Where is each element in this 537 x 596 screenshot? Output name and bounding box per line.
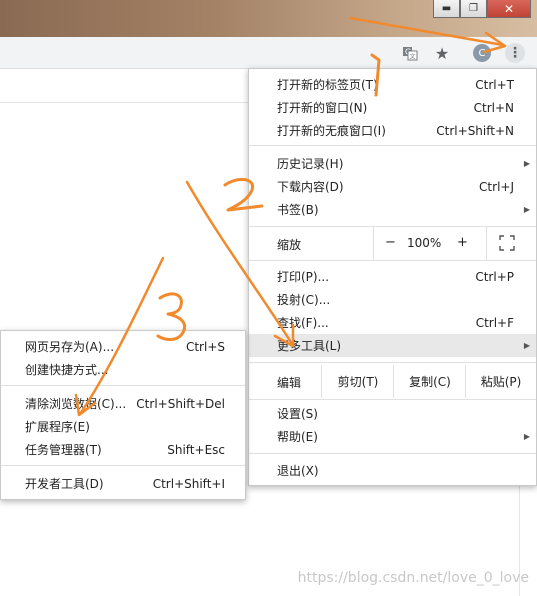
menu-item-shortcut: Ctrl+J — [479, 179, 514, 194]
annotation-step-2-text: 2 — [225, 199, 226, 201]
menu-item-label: 投射(C)... — [277, 293, 331, 307]
menu-item-bookmarks[interactable]: 书签(B) ▶ — [249, 198, 536, 221]
submenu-item-save-page[interactable]: 网页另存为(A)... Ctrl+S — [1, 335, 245, 358]
menu-item-label: 网页另存为(A)... — [25, 340, 115, 354]
menu-item-shortcut: Ctrl+N — [473, 100, 514, 115]
minimize-button[interactable]: ▬ — [433, 0, 460, 18]
submenu-item-task-manager[interactable]: 任务管理器(T) Shift+Esc — [1, 438, 245, 461]
restore-button[interactable]: ❐ — [460, 0, 487, 18]
menu-item-shortcut: Ctrl+Shift+Del — [136, 396, 225, 411]
menu-item-label: 帮助(E) — [277, 430, 318, 444]
menu-item-shortcut: Ctrl+Shift+N — [436, 123, 514, 138]
zoom-label: 缩放 — [277, 238, 302, 252]
menu-item-label: 打开新的无痕窗口(I) — [277, 124, 386, 138]
zoom-level-value: 100% — [407, 236, 442, 250]
paste-button[interactable]: 粘贴(P) — [465, 365, 536, 398]
edit-row: 编辑 剪切(T) 复制(C) 粘贴(P) — [249, 365, 536, 398]
menu-item-print[interactable]: 打印(P)... Ctrl+P — [249, 265, 536, 288]
profile-avatar[interactable]: C — [473, 44, 491, 62]
menu-item-incognito[interactable]: 打开新的无痕窗口(I) Ctrl+Shift+N — [249, 119, 536, 142]
menu-item-label: 开发者工具(D) — [25, 477, 104, 491]
menu-item-label: 扩展程序(E) — [25, 420, 90, 434]
chrome-main-menu: 打开新的标签页(T) Ctrl+T 打开新的窗口(N) Ctrl+N 打开新的无… — [248, 68, 537, 486]
menu-separator — [249, 399, 536, 400]
menu-item-shortcut: Ctrl+F — [475, 315, 514, 330]
submenu-item-clear-data[interactable]: 清除浏览数据(C)... Ctrl+Shift+Del — [1, 392, 245, 415]
menu-item-label: 退出(X) — [277, 464, 319, 478]
window-controls: ▬ ❐ ✕ — [433, 0, 531, 18]
more-tools-submenu: 网页另存为(A)... Ctrl+S 创建快捷方式... 清除浏览数据(C)..… — [0, 330, 246, 500]
annotation-step-3-text: 3 — [160, 319, 161, 321]
menu-item-help[interactable]: 帮助(E) ▶ — [249, 425, 536, 448]
menu-item-cast[interactable]: 投射(C)... — [249, 288, 536, 311]
menu-item-exit[interactable]: 退出(X) — [249, 459, 536, 482]
menu-item-history[interactable]: 历史记录(H) ▶ — [249, 152, 536, 175]
menu-item-label: 清除浏览数据(C)... — [25, 397, 127, 411]
menu-item-more-tools[interactable]: 更多工具(L) ▶ — [249, 334, 536, 357]
menu-item-label: 打印(P)... — [277, 270, 330, 284]
browser-toolbar: G 文 ★ C ⋮ — [0, 37, 537, 69]
menu-item-shortcut: Shift+Esc — [167, 442, 225, 457]
menu-separator — [1, 465, 245, 466]
watermark: https://blog.csdn.net/love_0_love — [297, 570, 529, 586]
translate-icon[interactable]: G 文 — [401, 44, 419, 62]
submenu-item-create-shortcut[interactable]: 创建快捷方式... — [1, 358, 245, 381]
menu-item-downloads[interactable]: 下载内容(D) Ctrl+J — [249, 175, 536, 198]
submenu-arrow-icon: ▶ — [523, 159, 530, 168]
svg-text:文: 文 — [410, 53, 416, 61]
menu-item-label: 更多工具(L) — [277, 339, 342, 353]
menu-item-settings[interactable]: 设置(S) — [249, 402, 536, 425]
submenu-arrow-icon: ▶ — [523, 341, 530, 350]
menu-item-label: 设置(S) — [277, 407, 318, 421]
submenu-item-extensions[interactable]: 扩展程序(E) — [1, 415, 245, 438]
submenu-item-dev-tools[interactable]: 开发者工具(D) Ctrl+Shift+I — [1, 472, 245, 495]
more-menu-icon[interactable]: ⋮ — [505, 43, 525, 63]
zoom-out-button[interactable]: − — [385, 235, 396, 250]
edit-label: 编辑 — [277, 376, 302, 390]
cut-button[interactable]: 剪切(T) — [321, 365, 394, 398]
zoom-row: 缩放 − 100% + — [249, 227, 536, 260]
menu-item-shortcut: Ctrl+P — [475, 269, 514, 284]
menu-separator — [249, 453, 536, 454]
menu-item-label: 书签(B) — [277, 203, 319, 217]
bookmark-star-icon[interactable]: ★ — [433, 44, 451, 63]
menu-item-shortcut: Ctrl+T — [475, 77, 514, 92]
menu-separator — [249, 260, 536, 261]
menu-item-new-window[interactable]: 打开新的窗口(N) Ctrl+N — [249, 96, 536, 119]
menu-item-label: 任务管理器(T) — [25, 443, 102, 457]
menu-item-new-tab[interactable]: 打开新的标签页(T) Ctrl+T — [249, 73, 536, 96]
menu-separator — [249, 145, 536, 146]
menu-item-label: 打开新的标签页(T) — [277, 78, 378, 92]
fullscreen-icon[interactable] — [499, 235, 515, 251]
copy-button[interactable]: 复制(C) — [393, 365, 466, 398]
close-button[interactable]: ✕ — [487, 0, 531, 18]
menu-item-label: 查找(F)... — [277, 316, 329, 330]
menu-item-label: 下载内容(D) — [277, 180, 344, 194]
menu-item-label: 创建快捷方式... — [25, 363, 109, 377]
menu-item-shortcut: Ctrl+S — [185, 339, 225, 354]
menu-item-label: 历史记录(H) — [277, 157, 344, 171]
window-titlebar: ▬ ❐ ✕ — [0, 0, 537, 37]
menu-item-shortcut: Ctrl+Shift+I — [152, 476, 225, 491]
menu-item-label: 打开新的窗口(N) — [277, 101, 368, 115]
submenu-arrow-icon: ▶ — [523, 432, 530, 441]
zoom-in-button[interactable]: + — [457, 235, 468, 250]
menu-separator — [1, 385, 245, 386]
menu-separator — [249, 362, 536, 363]
submenu-arrow-icon: ▶ — [523, 205, 530, 214]
menu-item-find[interactable]: 查找(F)... Ctrl+F — [249, 311, 536, 334]
